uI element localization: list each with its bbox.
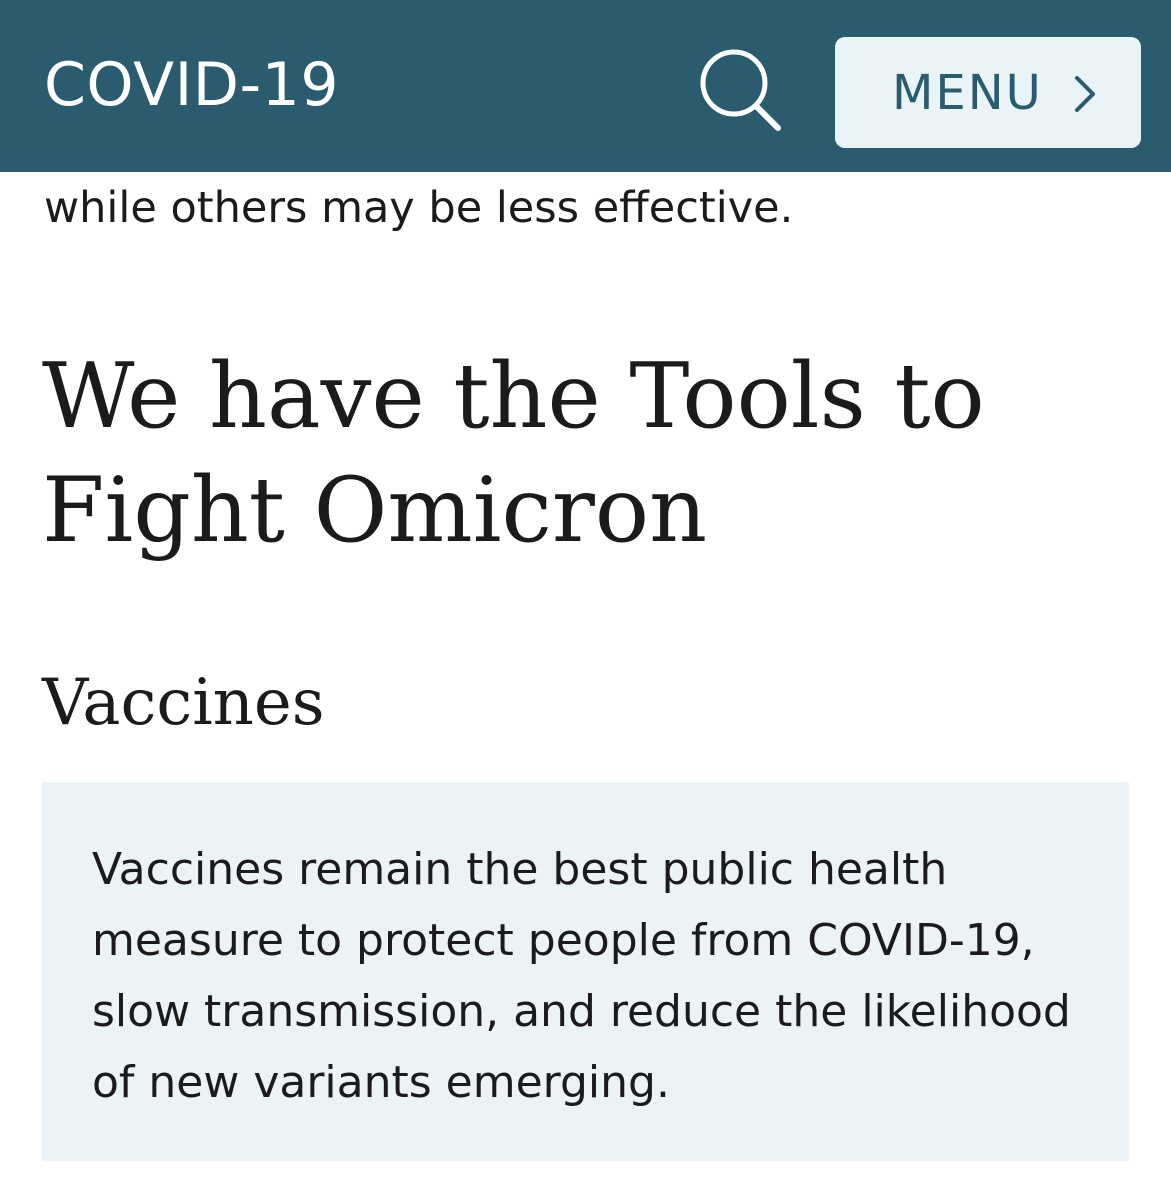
site-title-link[interactable]: COVID-19 bbox=[44, 50, 339, 120]
vaccines-callout-box: Vaccines remain the best public health m… bbox=[42, 782, 1129, 1161]
vaccines-callout-text: Vaccines remain the best public health m… bbox=[92, 844, 1071, 1108]
page-heading: We have the Tools to Fight Omicron bbox=[42, 344, 985, 563]
menu-button[interactable]: MENU bbox=[835, 37, 1141, 148]
preceding-paragraph-fragment: while others may be less effective. bbox=[44, 183, 794, 233]
search-button[interactable] bbox=[690, 40, 790, 140]
site-header: COVID-19 MENU bbox=[0, 0, 1171, 172]
search-icon bbox=[700, 49, 781, 131]
section-heading-vaccines: Vaccines bbox=[42, 666, 325, 740]
menu-button-label: MENU bbox=[892, 65, 1043, 121]
chevron-right-icon bbox=[1075, 76, 1095, 112]
